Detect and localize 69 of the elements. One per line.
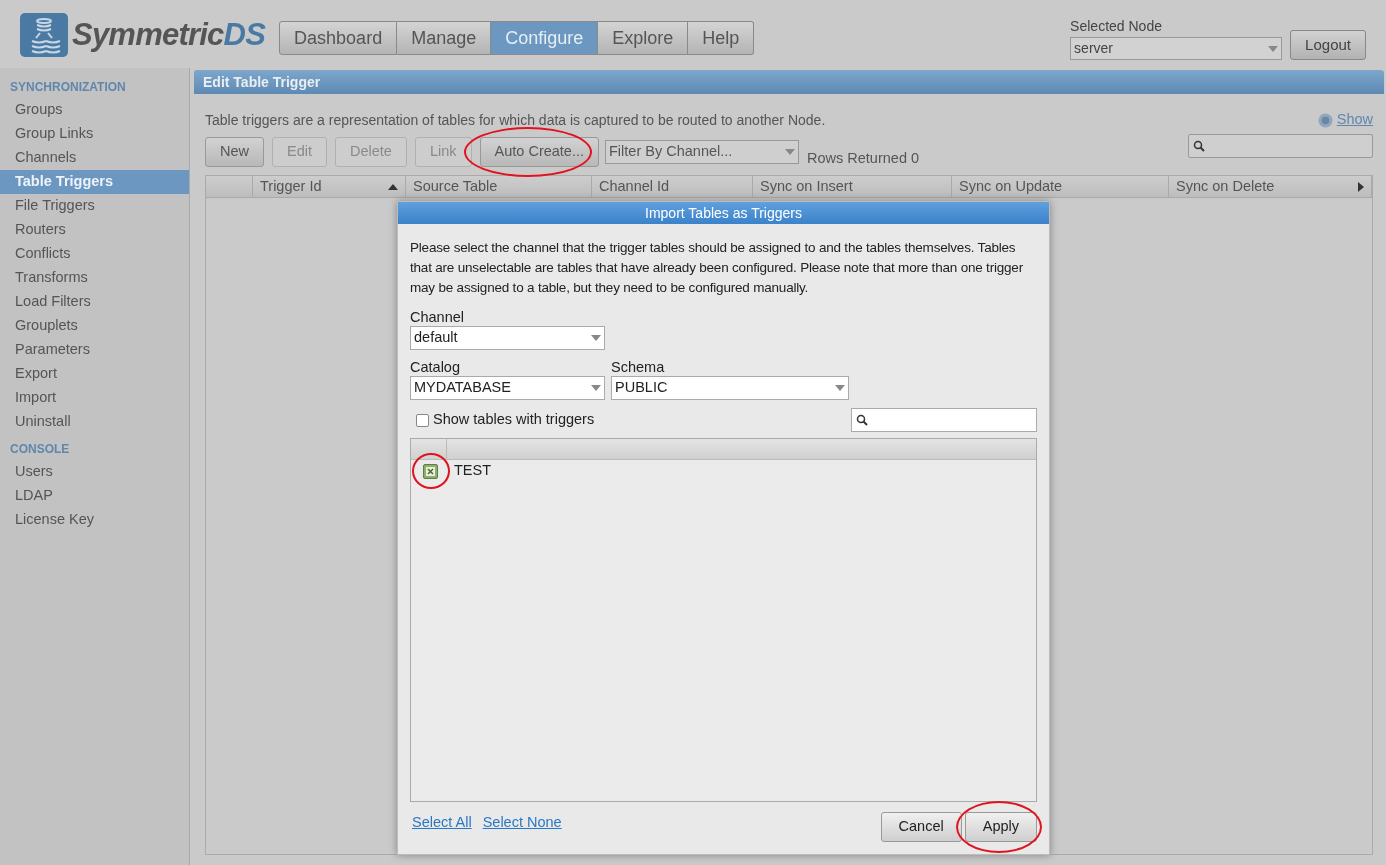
- search-field[interactable]: [851, 408, 1037, 432]
- sidebar-item[interactable]: License Key: [0, 508, 189, 532]
- logo-text: SymmetricDS: [72, 16, 266, 54]
- sort-ascending-icon: [388, 183, 398, 190]
- sidebar-item[interactable]: Routers: [0, 218, 189, 242]
- sidebar-item[interactable]: Group Links: [0, 122, 189, 146]
- search-icon: [856, 414, 868, 426]
- caret-icon: [1268, 45, 1279, 52]
- scroll-right-icon: [1358, 181, 1364, 192]
- table-name-cell-text: TEST: [454, 461, 492, 481]
- toolbar-button[interactable]: Auto Create...: [479, 137, 599, 167]
- toolbar-button[interactable]: New: [205, 137, 264, 167]
- select-link[interactable]: Select None: [482, 812, 562, 834]
- caret-icon: [835, 385, 845, 391]
- dropdown[interactable]: PUBLIC: [611, 376, 849, 400]
- nav-tab[interactable]: Configure: [491, 21, 599, 55]
- search-field[interactable]: [1188, 134, 1373, 158]
- nav-tab[interactable]: Manage: [397, 21, 492, 55]
- column-header[interactable]: Sync on Insert: [753, 176, 952, 197]
- row-checkbox[interactable]: [423, 463, 438, 479]
- dropdown[interactable]: default: [410, 326, 605, 350]
- sidebar-item[interactable]: Grouplets: [0, 314, 189, 338]
- column-header[interactable]: Channel Id: [592, 176, 753, 197]
- channel-filter-dropdown[interactable]: Filter By Channel...: [605, 140, 799, 164]
- sidebar-item[interactable]: Table Triggers: [0, 170, 189, 194]
- dialog-title: Import Tables as Triggers: [398, 202, 1049, 224]
- sidebar-item[interactable]: Export: [0, 362, 189, 386]
- rows-returned-text: Rows Returned 0: [807, 149, 920, 169]
- show-help-link[interactable]: Show: [1317, 109, 1373, 131]
- sidebar-item[interactable]: Transforms: [0, 266, 189, 290]
- show-tables-checkbox[interactable]: Show tables with triggers: [416, 409, 595, 431]
- dialog-button[interactable]: Cancel: [880, 812, 962, 842]
- select-link[interactable]: Select All: [412, 812, 472, 834]
- sidebar-item[interactable]: Groups: [0, 98, 189, 122]
- caret-icon: [591, 335, 601, 341]
- nav-tab[interactable]: Explore: [598, 21, 689, 55]
- nav-tab[interactable]: Dashboard: [279, 21, 398, 55]
- node-dropdown[interactable]: server: [1070, 37, 1283, 60]
- dropdown[interactable]: MYDATABASE: [410, 376, 605, 400]
- dialog-button[interactable]: Apply: [964, 812, 1037, 842]
- sidebar-item[interactable]: Uninstall: [0, 410, 189, 434]
- sidebar-item[interactable]: File Triggers: [0, 194, 189, 218]
- sidebar-item[interactable]: LDAP: [0, 484, 189, 508]
- selected-node-label: Selected Node: [1070, 17, 1163, 36]
- logo-icon: [20, 13, 68, 58]
- sidebar-item[interactable]: Parameters: [0, 338, 189, 362]
- column-header[interactable]: Sync on Update: [952, 176, 1169, 197]
- nav-tab[interactable]: Help: [688, 21, 755, 55]
- panel-title: Edit Table Trigger: [194, 70, 1384, 94]
- help-icon: [1317, 112, 1333, 128]
- caret-icon: [785, 149, 795, 155]
- sidebar-item[interactable]: Conflicts: [0, 242, 189, 266]
- sidebar-item[interactable]: Channels: [0, 146, 189, 170]
- search-icon: [1193, 140, 1205, 152]
- field-label: Schema: [611, 358, 666, 376]
- column-header[interactable]: Source Table: [406, 176, 592, 197]
- sidebar-item[interactable]: Load Filters: [0, 290, 189, 314]
- field-label: Channel: [410, 308, 465, 326]
- caret-icon: [591, 385, 601, 391]
- column-header[interactable]: Trigger Id: [253, 176, 406, 197]
- sidebar-section-title: SYNCHRONIZATION: [9, 79, 127, 96]
- column-header[interactable]: Sync on Delete: [1169, 176, 1372, 197]
- sidebar-item[interactable]: Import: [0, 386, 189, 410]
- sidebar-section-title: CONSOLE: [9, 441, 71, 458]
- logout-button[interactable]: Logout: [1290, 30, 1366, 60]
- field-label: Catalog: [410, 358, 461, 376]
- sidebar-item[interactable]: Users: [0, 460, 189, 484]
- dialog-message: Please select the channel that the trigger tables should be assigned to and the tables themselves. Tables that are unselectable are tables that have already been configured. Please note that more than one trigger may be assigned to a table, but they need to be configured manually.: [410, 239, 1024, 297]
- description-text: Table triggers are a representation of tables for which data is captured to be routed to another Node.: [205, 110, 826, 130]
